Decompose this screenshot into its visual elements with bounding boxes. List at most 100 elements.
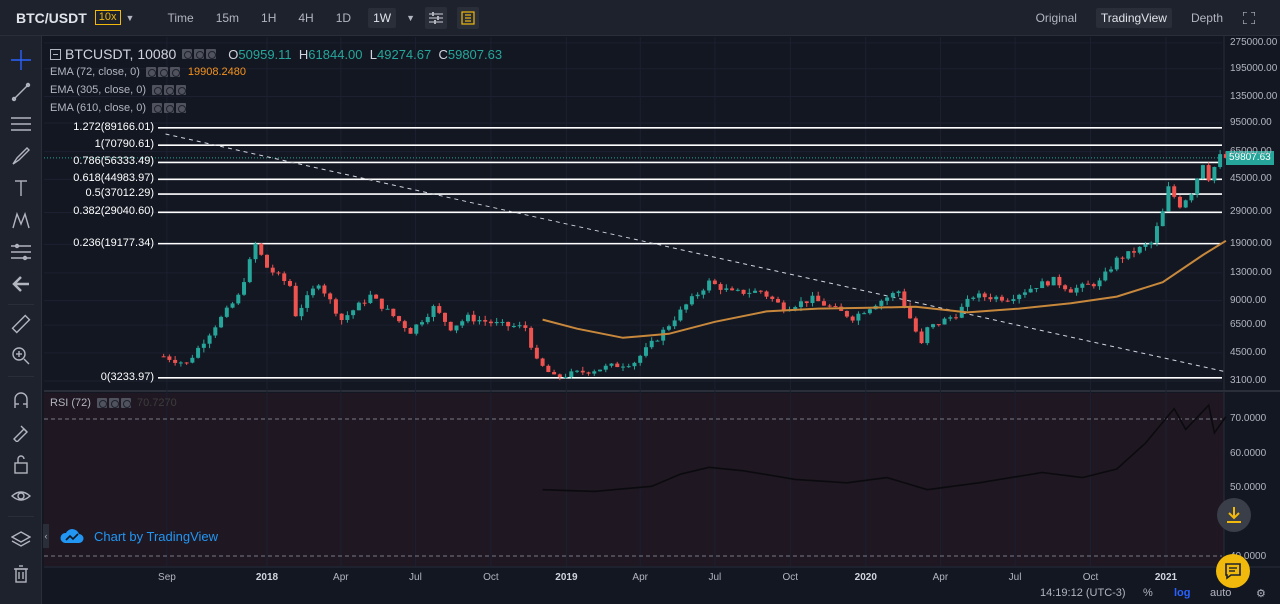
candle-body xyxy=(1017,294,1022,300)
candle-body xyxy=(242,282,247,295)
candle-body xyxy=(741,289,746,294)
candle-body xyxy=(552,372,557,375)
timeframe-1d[interactable]: 1D xyxy=(331,8,356,28)
time-axis-label: 2019 xyxy=(555,572,578,583)
candle-body xyxy=(1086,283,1091,285)
candle-body xyxy=(999,296,1004,301)
candle-body xyxy=(1183,200,1188,208)
candle-body xyxy=(184,362,189,364)
collapse-toolbar-button[interactable]: ‹ xyxy=(43,524,49,548)
auto-scale-toggle[interactable]: auto xyxy=(1210,587,1231,599)
time-axis-label: Oct xyxy=(483,572,499,583)
price-axis-label: 195000.00 xyxy=(1230,62,1278,74)
fib-tool-icon[interactable] xyxy=(9,240,33,264)
candle-body xyxy=(821,301,826,306)
candle-body xyxy=(1063,285,1068,290)
indicator-legend-ema72[interactable]: EMA (72, close, 0) 19908.2480 xyxy=(50,66,246,78)
drawing-toolbar xyxy=(0,36,42,604)
candle-body xyxy=(1011,299,1016,302)
axis-settings-icon[interactable]: ⚙ xyxy=(1256,587,1266,600)
leverage-badge[interactable]: 10x xyxy=(94,10,121,25)
pair-symbol[interactable]: BTC/USDT xyxy=(16,10,87,26)
candle-body xyxy=(397,316,402,322)
candle-body xyxy=(655,340,660,342)
layers-icon[interactable] xyxy=(9,528,33,552)
tab-tradingview[interactable]: TradingView xyxy=(1095,8,1172,28)
candle-body xyxy=(684,304,689,310)
candle-body xyxy=(879,300,884,306)
indicator-legend-ema305[interactable]: EMA (305, close, 0) xyxy=(50,84,188,96)
percent-scale-toggle[interactable]: % xyxy=(1143,587,1153,599)
candle-body xyxy=(339,313,344,320)
rsi-legend[interactable]: RSI (72) 70.7270 xyxy=(50,397,177,409)
chart-canvas[interactable] xyxy=(0,0,1280,604)
candle-body xyxy=(379,298,384,309)
candle-body xyxy=(753,290,758,293)
clock-readout[interactable]: 14:19:12 (UTC-3) xyxy=(1040,587,1126,599)
price-axis-label: 135000.00 xyxy=(1230,90,1278,102)
timeframe-4h[interactable]: 4H xyxy=(293,8,318,28)
indicator-legend-ema610[interactable]: EMA (610, close, 0) xyxy=(50,102,188,114)
chat-icon xyxy=(1225,563,1241,580)
candle-body xyxy=(1109,269,1114,272)
candle-body xyxy=(707,280,712,291)
candle-body xyxy=(1040,281,1045,289)
candle-body xyxy=(213,327,218,336)
lock-icon[interactable] xyxy=(9,452,33,476)
candle-body xyxy=(856,313,861,321)
brush-icon[interactable] xyxy=(9,144,33,168)
legend-actions[interactable] xyxy=(182,49,218,59)
candle-body xyxy=(988,297,993,300)
settings-sliders-icon[interactable] xyxy=(424,6,447,29)
horizontal-lines-icon[interactable] xyxy=(9,112,33,136)
price-axis-label: 4500.00 xyxy=(1230,346,1267,358)
timeframe-15m[interactable]: 15m xyxy=(211,8,244,28)
indicators-icon[interactable] xyxy=(456,6,479,29)
log-scale-toggle[interactable]: log xyxy=(1174,587,1191,599)
candle-body xyxy=(259,243,264,255)
timeframe-1w[interactable]: 1W xyxy=(368,7,397,28)
timeframe-time[interactable]: Time xyxy=(162,8,198,28)
timeframe-dropdown-icon[interactable]: ▼ xyxy=(406,13,415,23)
trend-line-icon[interactable] xyxy=(9,80,33,104)
candle-body xyxy=(460,321,465,326)
pair-dropdown-icon[interactable]: ▼ xyxy=(126,13,135,23)
candle-body xyxy=(982,293,987,298)
candle-body xyxy=(1195,178,1200,195)
candle-body xyxy=(293,285,298,317)
tab-original[interactable]: Original xyxy=(1031,8,1082,28)
crosshair-icon[interactable] xyxy=(9,48,33,72)
time-axis-label: Jul xyxy=(708,572,722,583)
candle-body xyxy=(598,369,603,372)
price-axis-label: 65000.00 xyxy=(1230,145,1272,157)
rsi-axis-label: 70.0000 xyxy=(1230,413,1267,424)
candle-body xyxy=(908,306,913,319)
magnet-icon[interactable] xyxy=(9,388,33,412)
candle-body xyxy=(1126,251,1131,259)
timeframe-1h[interactable]: 1H xyxy=(256,8,281,28)
tab-depth[interactable]: Depth xyxy=(1186,8,1228,28)
eye-icon[interactable] xyxy=(9,484,33,508)
fullscreen-icon[interactable] xyxy=(1238,7,1260,29)
stay-in-drawing-mode-icon[interactable] xyxy=(9,420,33,444)
collapse-legend-icon[interactable] xyxy=(50,48,61,60)
trash-icon[interactable] xyxy=(9,562,33,586)
ruler-icon[interactable] xyxy=(9,312,33,336)
price-axis-label: 95000.00 xyxy=(1230,117,1272,128)
fib-level-label: 0.236(19177.34) xyxy=(73,236,154,249)
tradingview-attribution[interactable]: Chart by TradingView xyxy=(60,528,218,544)
chat-button[interactable] xyxy=(1216,554,1250,588)
candle-body xyxy=(437,306,442,313)
scroll-to-realtime-button[interactable] xyxy=(1217,498,1251,532)
candle-body xyxy=(1177,196,1182,208)
back-arrow-icon[interactable] xyxy=(9,272,33,296)
candle-body xyxy=(540,358,545,366)
candle-body xyxy=(735,289,740,291)
zoom-in-icon[interactable] xyxy=(9,344,33,368)
legend-ohlc: O50959.11 H61844.00 L49274.67 C59807.63 xyxy=(228,46,503,62)
candle-body xyxy=(333,299,338,314)
text-tool-icon[interactable] xyxy=(9,176,33,200)
pattern-icon[interactable] xyxy=(9,208,33,232)
candle-body xyxy=(161,356,166,358)
candle-body xyxy=(701,290,706,295)
